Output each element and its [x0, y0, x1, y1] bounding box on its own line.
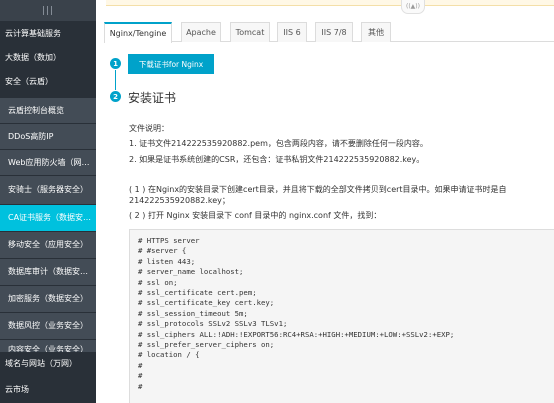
download-cert-button[interactable]: 下载证书for Nginx: [128, 54, 214, 74]
sidebar-item-domains[interactable]: 域名与网站（万网）: [0, 354, 96, 374]
sidebar: ||| 云计算基础服务 大数据（数加） 安全（云盾） 云盾控制台概览 DDoS高…: [0, 0, 96, 403]
tab-iis6[interactable]: IIS 6: [277, 22, 307, 42]
tab-tomcat[interactable]: Tomcat: [230, 22, 270, 42]
sidebar-item-waf[interactable]: Web应用防火墙（网…: [0, 150, 96, 175]
main-content: ((▲)) Nginx/Tengine Apache Tomcat IIS 6 …: [96, 0, 554, 403]
file-desc-label: 文件说明：: [129, 124, 169, 133]
tab-apache[interactable]: Apache: [181, 22, 221, 42]
code-line: # ssl_certificate_key cert.key;: [138, 298, 275, 308]
tab-iis78[interactable]: IIS 7/8: [315, 22, 353, 42]
file-desc-1: 1. 证书文件214222535920882.pem，包含两段内容，请不要删除任…: [129, 139, 428, 148]
code-line: # ssl_protocols SSLv2 SSLv3 TLSv1;: [138, 319, 288, 329]
sidebar-item-content-security[interactable]: 内容安全（业务安全）: [0, 340, 96, 352]
step-1-badge: 1: [110, 58, 121, 69]
code-line: # #server {: [138, 246, 187, 256]
code-line: #: [138, 381, 143, 391]
code-line: #: [138, 360, 143, 370]
code-line: # location / {: [138, 350, 200, 360]
sidebar-item-mobile-security[interactable]: 移动安全（应用安全）: [0, 232, 96, 258]
tab-other[interactable]: 其他: [361, 22, 391, 42]
server-tabs: Nginx/Tengine Apache Tomcat IIS 6 IIS 7/…: [104, 22, 554, 43]
sidebar-item-console-overview[interactable]: 云盾控制台概览: [0, 98, 96, 123]
menu-grip-icon: |||: [41, 5, 55, 16]
code-line: #: [138, 371, 143, 381]
instruction-1-cont: 214222535920882.key；: [129, 196, 230, 205]
tab-nginx[interactable]: Nginx/Tengine: [104, 22, 172, 43]
sidebar-item-db-audit[interactable]: 数据库审计（数据安…: [0, 259, 96, 285]
code-line: # ssl on;: [138, 277, 178, 287]
sidebar-item-aegis[interactable]: 安骑士（服务器安全）: [0, 176, 96, 204]
nginx-config-code: # HTTPS server # #server { # listen 443;…: [129, 229, 554, 403]
code-line: # ssl_session_timeout 5m;: [138, 308, 248, 318]
sidebar-item-ddos[interactable]: DDoS高防IP: [0, 124, 96, 149]
sidebar-toggle[interactable]: |||: [0, 0, 96, 21]
install-cert-title: 安装证书: [128, 91, 177, 105]
sidebar-item-cloud-computing[interactable]: 云计算基础服务: [0, 25, 96, 43]
code-line: # server_name localhost;: [138, 267, 244, 277]
sidebar-item-risk-control[interactable]: 数据风控（业务安全）: [0, 313, 96, 339]
file-desc-2: 2. 如果是证书系统创建的CSR，还包含：证书私钥文件2142225359208…: [129, 155, 425, 164]
sound-icon[interactable]: ((▲)): [401, 0, 425, 14]
code-line: # ssl_ciphers ALL:!ADH:!EXPORT56:RC4+RSA…: [138, 329, 455, 339]
code-line: # ssl_certificate cert.pem;: [138, 288, 257, 298]
sidebar-item-marketplace[interactable]: 云市场: [0, 380, 96, 400]
step-2-badge: 2: [110, 91, 121, 102]
code-line: # listen 443;: [138, 256, 196, 266]
instruction-2: ( 2 ) 打开 Nginx 安装目录下 conf 目录中的 nginx.con…: [129, 211, 382, 220]
sidebar-item-security[interactable]: 安全（云盾）: [0, 73, 96, 91]
sidebar-item-encryption[interactable]: 加密服务（数据安全）: [0, 286, 96, 312]
sidebar-item-big-data[interactable]: 大数据（数加）: [0, 49, 96, 67]
instruction-1: ( 1 ) 在Nginx的安装目录下创建cert目录，并且将下载的全部文件拷贝到…: [129, 185, 507, 194]
step-connector: [115, 70, 116, 90]
sidebar-item-ca-cert[interactable]: CA证书服务（数据安…: [0, 205, 96, 231]
notice-bar: [106, 0, 554, 6]
code-line: # HTTPS server: [138, 236, 200, 245]
code-line: # ssl_prefer_server_ciphers on;: [138, 340, 275, 350]
